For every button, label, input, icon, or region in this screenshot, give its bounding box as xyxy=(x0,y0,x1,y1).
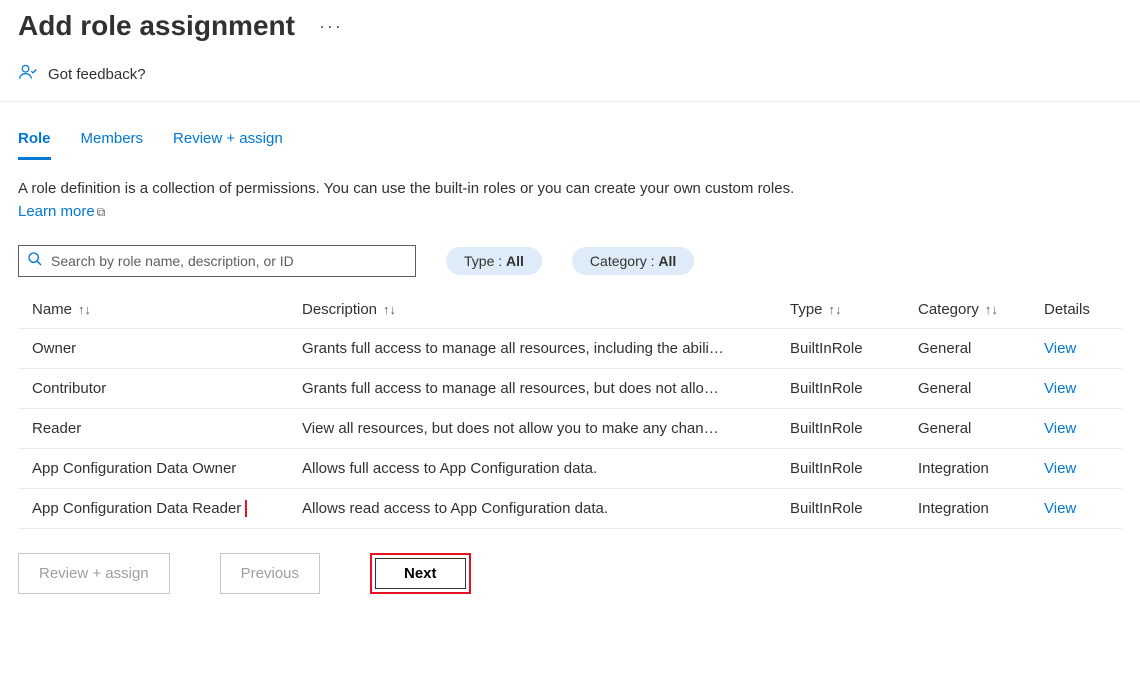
view-link[interactable]: View xyxy=(1044,420,1076,437)
cell-type: BuiltInRole xyxy=(790,500,918,517)
search-box[interactable] xyxy=(18,245,416,277)
view-link[interactable]: View xyxy=(1044,500,1076,517)
cell-type: BuiltInRole xyxy=(790,340,918,357)
more-icon[interactable]: ··· xyxy=(319,16,343,37)
table-row[interactable]: ReaderView all resources, but does not a… xyxy=(18,409,1122,449)
cell-name: App Configuration Data Owner xyxy=(32,460,302,477)
header-name[interactable]: Name↑↓ xyxy=(32,301,302,318)
header-description[interactable]: Description↑↓ xyxy=(302,301,790,318)
search-input[interactable] xyxy=(51,253,407,269)
cell-category: General xyxy=(918,420,1044,437)
description-text: A role definition is a collection of per… xyxy=(18,180,794,197)
cell-category: General xyxy=(918,340,1044,357)
review-assign-button[interactable]: Review + assign xyxy=(18,553,170,594)
cell-type: BuiltInRole xyxy=(790,380,918,397)
previous-button[interactable]: Previous xyxy=(220,553,320,594)
header-details: Details xyxy=(1044,301,1108,318)
cell-type: BuiltInRole xyxy=(790,460,918,477)
role-description: A role definition is a collection of per… xyxy=(0,160,820,223)
tab-review-assign[interactable]: Review + assign xyxy=(173,124,283,160)
header-category[interactable]: Category↑↓ xyxy=(918,301,1044,318)
view-link[interactable]: View xyxy=(1044,380,1076,397)
tabs: Role Members Review + assign xyxy=(0,102,1140,160)
table-header: Name↑↓ Description↑↓ Type↑↓ Category↑↓ D… xyxy=(18,291,1122,329)
cell-category: Integration xyxy=(918,500,1044,517)
sort-icon: ↑↓ xyxy=(383,302,396,317)
cell-name: Owner xyxy=(32,340,302,357)
next-button[interactable]: Next xyxy=(375,558,466,589)
table-row[interactable]: OwnerGrants full access to manage all re… xyxy=(18,329,1122,369)
sort-icon: ↑↓ xyxy=(78,302,91,317)
feedback-icon xyxy=(18,62,38,87)
cell-type: BuiltInRole xyxy=(790,420,918,437)
cell-description: Allows full access to App Configuration … xyxy=(302,460,790,477)
cell-name: Contributor xyxy=(32,380,302,397)
cell-category: Integration xyxy=(918,460,1044,477)
cell-description: Allows read access to App Configuration … xyxy=(302,500,790,517)
tab-role[interactable]: Role xyxy=(18,124,51,160)
cell-description: Grants full access to manage all resourc… xyxy=(302,380,790,397)
category-filter[interactable]: Category : All xyxy=(572,247,694,275)
table-row[interactable]: App Configuration Data OwnerAllows full … xyxy=(18,449,1122,489)
cell-name: App Configuration Data Reader xyxy=(32,500,302,517)
table-row[interactable]: ContributorGrants full access to manage … xyxy=(18,369,1122,409)
page-title: Add role assignment xyxy=(18,10,295,42)
view-link[interactable]: View xyxy=(1044,340,1076,357)
table-row[interactable]: App Configuration Data ReaderAllows read… xyxy=(18,489,1122,529)
external-link-icon: ⧉ xyxy=(97,203,106,221)
cell-name: Reader xyxy=(32,420,302,437)
feedback-link[interactable]: Got feedback? xyxy=(0,42,1140,102)
sort-icon: ↑↓ xyxy=(829,302,842,317)
next-button-highlight: Next xyxy=(370,553,471,594)
tab-members[interactable]: Members xyxy=(81,124,144,160)
cell-category: General xyxy=(918,380,1044,397)
view-link[interactable]: View xyxy=(1044,460,1076,477)
type-filter[interactable]: Type : All xyxy=(446,247,542,275)
learn-more-link[interactable]: Learn more⧉ xyxy=(18,203,105,220)
search-icon xyxy=(27,251,43,272)
cell-description: Grants full access to manage all resourc… xyxy=(302,340,790,357)
cell-description: View all resources, but does not allow y… xyxy=(302,420,790,437)
sort-icon: ↑↓ xyxy=(985,302,998,317)
header-type[interactable]: Type↑↓ xyxy=(790,301,918,318)
feedback-label: Got feedback? xyxy=(48,66,146,83)
